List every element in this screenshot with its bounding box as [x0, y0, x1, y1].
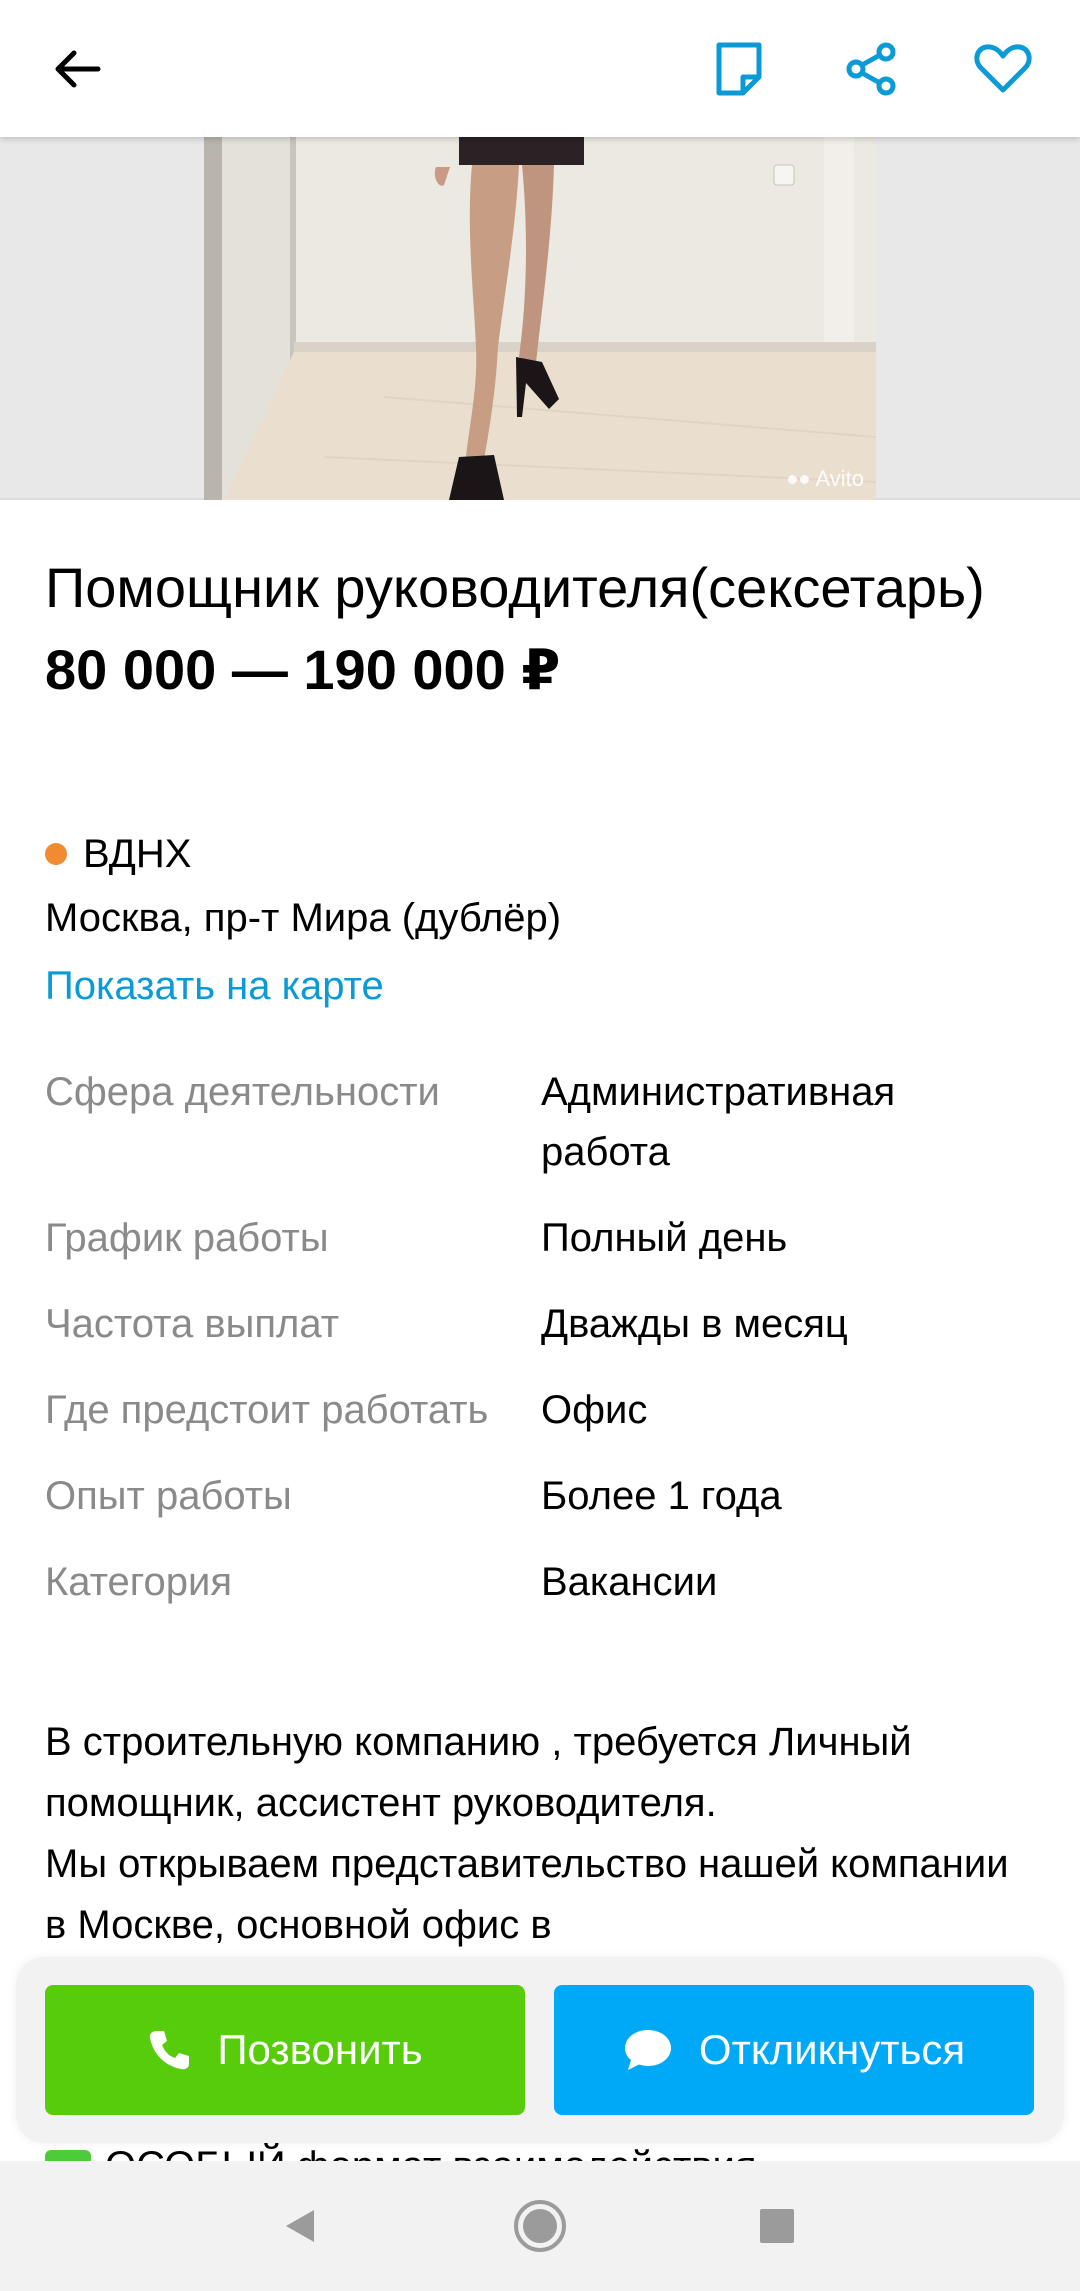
param-row: Частота выплат Дважды в месяц: [45, 1294, 1035, 1354]
nav-recent-icon: [760, 2209, 794, 2243]
param-label: Категория: [45, 1560, 232, 1604]
param-row: Категория Вакансии: [45, 1552, 1035, 1612]
nav-back-icon: [286, 2210, 314, 2242]
phone-icon: [150, 2031, 190, 2070]
param-value: Более 1 года: [541, 1474, 782, 1518]
favorite-button[interactable]: [958, 24, 1048, 114]
param-value: Офис: [541, 1388, 648, 1432]
param-label: Частота выплат: [45, 1302, 340, 1346]
param-value: Полный день: [541, 1216, 788, 1260]
listing-header: Помощник руководителя(сексетарь) 80 000 …: [45, 548, 1035, 710]
reply-button[interactable]: Откликнуться: [554, 1985, 1034, 2115]
listing-photo[interactable]: Avito: [204, 137, 876, 500]
param-value: Административная работа: [541, 1070, 896, 1174]
param-row: Где предстоит работать Офис: [45, 1380, 1035, 1440]
param-row: График работы Полный день: [45, 1208, 1035, 1268]
avito-watermark: Avito: [788, 466, 864, 492]
show-on-map-link[interactable]: Показать на карте: [45, 958, 384, 1014]
param-value: Вакансии: [541, 1560, 718, 1604]
metro-line-dot: [45, 843, 67, 865]
param-value: Дважды в месяц: [541, 1302, 848, 1346]
arrow-left-icon: [55, 50, 101, 88]
nav-back-button[interactable]: [265, 2191, 335, 2261]
action-panel: Позвонить Откликнуться: [16, 1957, 1064, 2143]
system-nav-bar: [0, 2161, 1080, 2291]
app-bar: [0, 0, 1080, 137]
share-button[interactable]: [826, 24, 916, 114]
nav-recent-button[interactable]: [742, 2191, 812, 2261]
back-button[interactable]: [32, 24, 122, 114]
nav-home-icon: [514, 2200, 566, 2252]
description-paragraph: В строительную компанию , требуется Личн…: [45, 1720, 912, 1825]
note-icon: [716, 42, 762, 96]
description: В строительную компанию , требуется Личн…: [45, 1712, 1035, 1956]
reply-button-label: Откликнуться: [698, 2026, 966, 2073]
param-row: Опыт работы Более 1 года: [45, 1466, 1035, 1526]
param-label: Опыт работы: [45, 1474, 292, 1518]
params-list: Сфера деятельности Административная рабо…: [45, 1062, 1035, 1638]
param-label: График работы: [45, 1216, 329, 1260]
chat-bubble-icon: [624, 2030, 671, 2070]
share-icon: [846, 42, 896, 96]
heart-icon: [974, 44, 1032, 93]
call-button-label: Позвонить: [217, 2026, 423, 2073]
listing-price: 80 000 — 190 000 ₽: [45, 638, 561, 701]
listing-title: Помощник руководителя(сексетарь): [45, 556, 985, 619]
note-button[interactable]: [694, 24, 784, 114]
address: Москва, пр-т Мира (дублёр): [45, 896, 562, 940]
param-label: Сфера деятельности: [45, 1070, 440, 1114]
metro-station: ВДНХ: [45, 826, 191, 882]
param-label: Где предстоит работать: [45, 1388, 489, 1432]
metro-station-name: ВДНХ: [83, 832, 192, 876]
param-row: Сфера деятельности Административная рабо…: [45, 1062, 1035, 1182]
photo-gallery[interactable]: Avito: [0, 137, 1080, 500]
description-paragraph: Мы открываем представительство нашей ком…: [45, 1842, 1009, 1947]
call-button[interactable]: Позвонить: [45, 1985, 525, 2115]
nav-home-button[interactable]: [505, 2191, 575, 2261]
